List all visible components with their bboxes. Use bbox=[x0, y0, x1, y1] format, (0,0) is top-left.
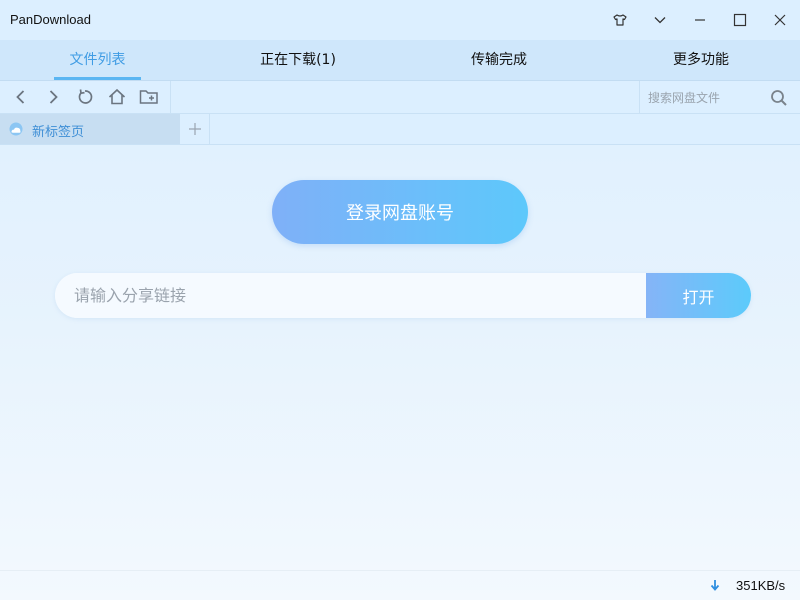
back-icon bbox=[16, 90, 25, 104]
app-title: PanDownload bbox=[10, 12, 91, 27]
download-speed: 351KB/s bbox=[736, 578, 786, 593]
toolbar bbox=[0, 81, 800, 114]
home-button[interactable] bbox=[106, 86, 128, 108]
minimize-icon bbox=[695, 19, 705, 21]
search-input[interactable] bbox=[648, 88, 763, 108]
page-tabs-bar: 新标签页 bbox=[0, 114, 800, 145]
page-tab-label: 新标签页 bbox=[32, 125, 85, 140]
add-tab-button[interactable] bbox=[181, 114, 210, 144]
menu-dropdown-button[interactable] bbox=[648, 8, 672, 32]
search-button[interactable] bbox=[768, 87, 790, 109]
page-tab-new[interactable]: 新标签页 bbox=[0, 114, 180, 144]
share-link-input[interactable] bbox=[55, 273, 646, 318]
title-bar: PanDownload bbox=[0, 0, 800, 40]
share-link-bar: 打开 bbox=[55, 273, 751, 318]
forward-icon bbox=[49, 90, 58, 104]
active-tab-indicator bbox=[54, 77, 141, 80]
skin-icon bbox=[613, 14, 627, 26]
skin-button[interactable] bbox=[608, 8, 632, 32]
cloud-icon bbox=[9, 122, 23, 136]
search-box bbox=[639, 81, 800, 114]
close-button[interactable] bbox=[768, 8, 792, 32]
tab-more-features[interactable]: 更多功能 bbox=[651, 40, 751, 80]
plus-icon bbox=[189, 123, 201, 135]
tab-file-list[interactable]: 文件列表 bbox=[44, 40, 151, 80]
maximize-button[interactable] bbox=[728, 8, 752, 32]
minimize-button[interactable] bbox=[688, 8, 712, 32]
refresh-icon bbox=[78, 89, 93, 104]
new-folder-button[interactable] bbox=[138, 86, 160, 108]
back-button[interactable] bbox=[10, 86, 32, 108]
status-bar: 351KB/s bbox=[0, 570, 800, 600]
login-account-button[interactable]: 登录网盘账号 bbox=[272, 180, 528, 244]
main-tabs: 文件列表 正在下载(1) 传输完成 更多功能 bbox=[0, 40, 800, 81]
forward-button[interactable] bbox=[42, 86, 64, 108]
maximize-icon bbox=[733, 13, 747, 27]
refresh-button[interactable] bbox=[74, 86, 96, 108]
home-icon bbox=[108, 88, 126, 105]
tab-completed[interactable]: 传输完成 bbox=[449, 40, 549, 80]
search-icon bbox=[771, 90, 787, 106]
dropdown-icon bbox=[654, 17, 666, 24]
download-arrow-icon bbox=[710, 580, 720, 591]
open-button[interactable]: 打开 bbox=[646, 273, 751, 318]
tab-downloading[interactable]: 正在下载(1) bbox=[238, 40, 358, 80]
new-folder-icon bbox=[139, 90, 158, 104]
toolbar-divider bbox=[170, 81, 171, 114]
close-icon bbox=[774, 14, 786, 26]
